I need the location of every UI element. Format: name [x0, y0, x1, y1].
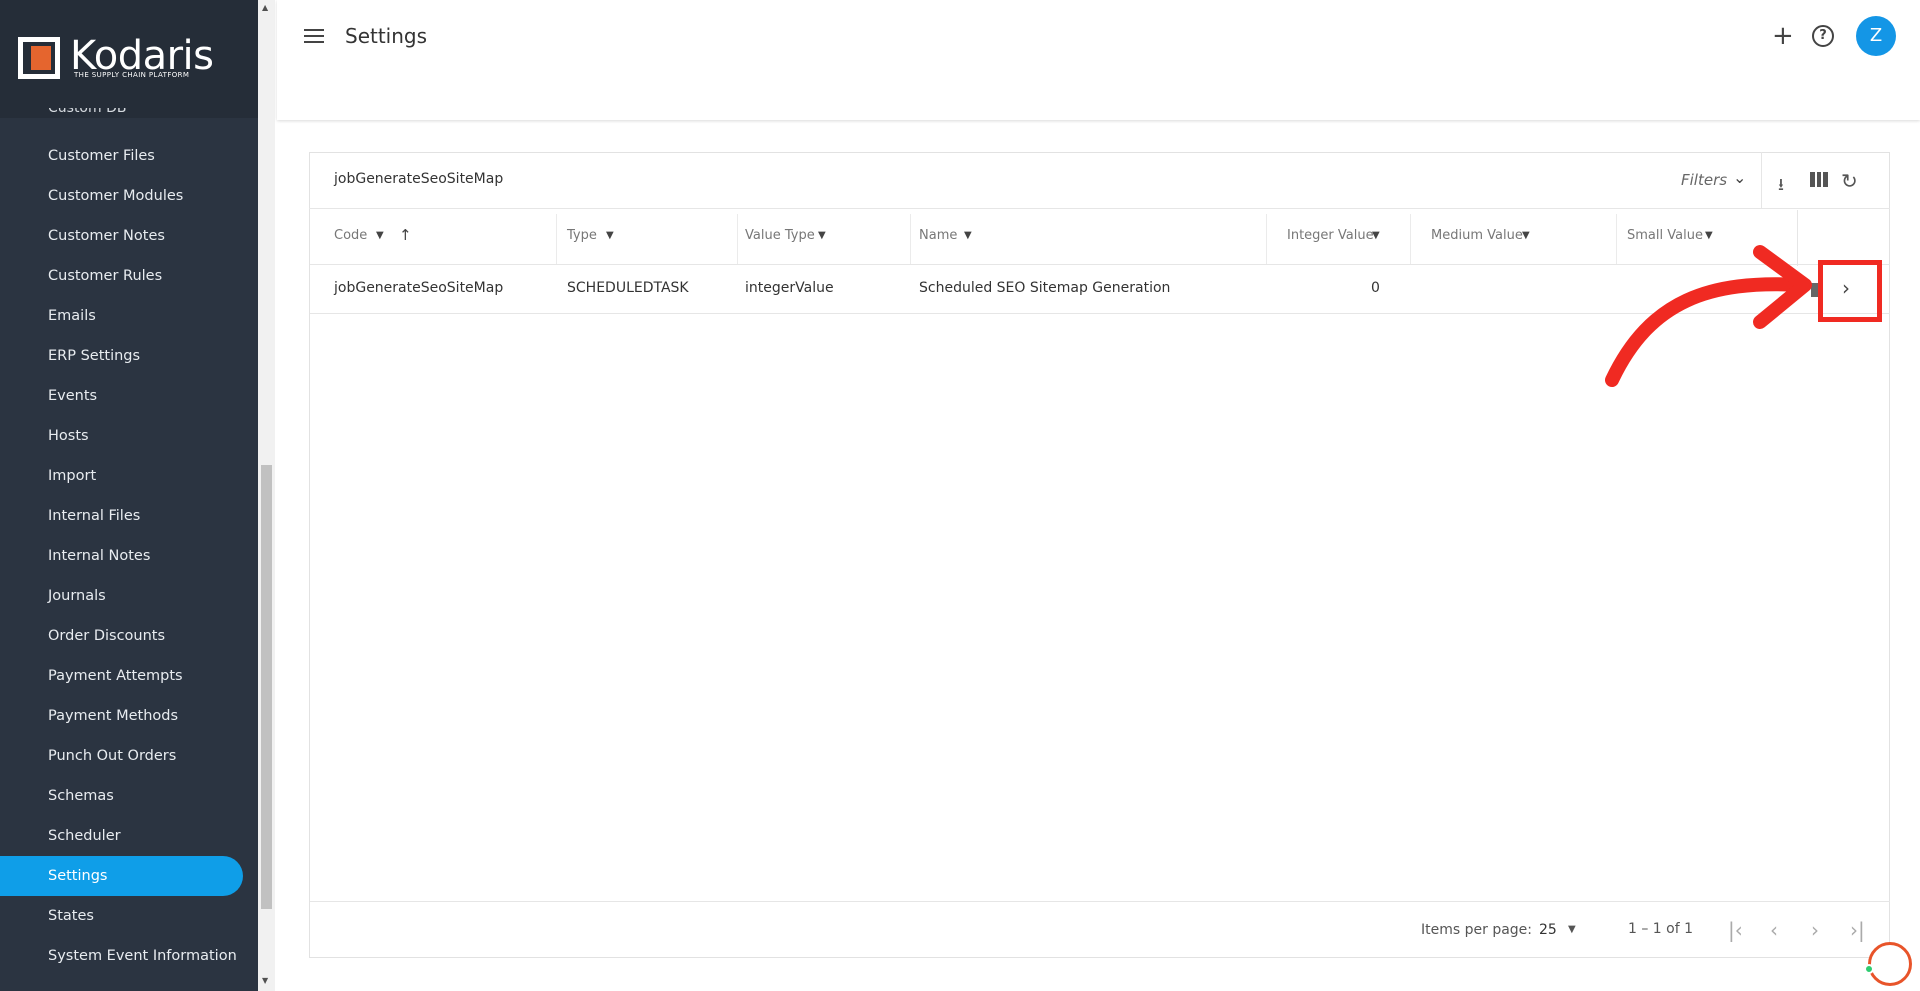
scroll-up-icon[interactable]: ▲	[262, 3, 268, 12]
column-separator	[556, 214, 557, 264]
help-icon[interactable]: ?	[1812, 25, 1834, 47]
sidebar-item-customer-notes[interactable]: Customer Notes	[0, 216, 243, 256]
add-icon[interactable]: +	[1772, 22, 1794, 50]
online-status-icon	[1864, 964, 1874, 974]
next-page-icon[interactable]: ›	[1811, 918, 1819, 942]
column-header-code[interactable]: Code	[334, 228, 367, 243]
annotation-arrow-icon	[1605, 245, 1812, 387]
brand-tagline: THE SUPPLY CHAIN PLATFORM	[74, 71, 190, 79]
column-header-value-type[interactable]: Value Type	[745, 228, 815, 243]
column-header-integer-value[interactable]: Integer Value	[1287, 228, 1374, 243]
sidebar-item-erp-settings[interactable]: ERP Settings	[0, 336, 243, 376]
sidebar-item-internal-files[interactable]: Internal Files	[0, 496, 243, 536]
caret-down-icon[interactable]: ▼	[1372, 230, 1380, 241]
cell-integer-value[interactable]: 0	[1371, 280, 1380, 296]
caret-down-icon[interactable]: ▼	[606, 230, 614, 241]
column-separator	[737, 214, 738, 264]
card-header	[309, 152, 1890, 209]
column-separator	[910, 214, 911, 264]
sidebar-item-customer-rules[interactable]: Customer Rules	[0, 256, 243, 296]
sidebar-item-payment-attempts[interactable]: Payment Attempts	[0, 656, 243, 696]
column-separator	[1410, 214, 1411, 264]
cell-code[interactable]: jobGenerateSeoSiteMap	[334, 280, 503, 296]
items-per-page-label: Items per page:	[1421, 922, 1533, 938]
chat-icon[interactable]	[1868, 942, 1912, 986]
sidebar-item-customer-files[interactable]: Customer Files	[0, 136, 243, 176]
last-page-icon[interactable]: ›|	[1850, 918, 1865, 942]
top-header	[277, 0, 1920, 120]
column-header-name[interactable]: Name	[919, 228, 957, 243]
caret-down-icon[interactable]: ▼	[818, 230, 826, 241]
scroll-down-icon[interactable]: ▼	[262, 976, 268, 985]
filters-toggle[interactable]: Filters	[1681, 171, 1727, 189]
sidebar-item-custom-db[interactable]: Custom DB	[48, 108, 126, 120]
footer-divider	[310, 901, 1890, 902]
avatar[interactable]: Z	[1856, 16, 1896, 56]
sidebar-item-scheduler[interactable]: Scheduler	[0, 816, 243, 856]
columns-icon[interactable]	[1810, 172, 1829, 187]
caret-down-icon[interactable]: ▼	[964, 230, 972, 241]
sidebar-item-schemas[interactable]: Schemas	[0, 776, 243, 816]
sidebar-scrollbar-thumb[interactable]	[261, 465, 272, 909]
header-divider	[1761, 152, 1762, 209]
sidebar-item-system-event-information[interactable]: System Event Information	[0, 936, 243, 976]
card-title: jobGenerateSeoSiteMap	[334, 171, 504, 187]
kodaris-logo-icon[interactable]	[18, 37, 60, 79]
sidebar-item-states[interactable]: States	[0, 896, 243, 936]
cell-name[interactable]: Scheduled SEO Sitemap Generation	[919, 280, 1170, 296]
page-range: 1 – 1 of 1	[1628, 921, 1694, 937]
sidebar-item-hosts[interactable]: Hosts	[0, 416, 243, 456]
sidebar-item-order-discounts[interactable]: Order Discounts	[0, 616, 243, 656]
download-icon[interactable]: ⭳	[1778, 172, 1784, 201]
first-page-icon[interactable]: |‹	[1728, 918, 1743, 942]
caret-down-icon[interactable]: ▼	[1568, 924, 1576, 935]
caret-down-icon[interactable]: ▼	[1522, 230, 1530, 241]
sidebar-item-punch-out-orders[interactable]: Punch Out Orders	[0, 736, 243, 776]
sidebar-item-internal-notes[interactable]: Internal Notes	[0, 536, 243, 576]
sidebar-item-emails[interactable]: Emails	[0, 296, 243, 336]
sidebar-item-journals[interactable]: Journals	[0, 576, 243, 616]
refresh-icon[interactable]: ↻	[1841, 169, 1858, 193]
sidebar-item-customer-modules[interactable]: Customer Modules	[0, 176, 243, 216]
items-per-page-select[interactable]: 25	[1539, 922, 1557, 938]
sidebar-item-import[interactable]: Import	[0, 456, 243, 496]
sidebar-item-events[interactable]: Events	[0, 376, 243, 416]
column-separator	[1266, 214, 1267, 264]
sidebar-item-settings[interactable]: Settings	[0, 856, 243, 896]
sort-ascending-icon[interactable]: ↑	[399, 226, 412, 244]
caret-down-icon[interactable]: ▼	[376, 230, 384, 241]
sidebar-item-payment-methods[interactable]: Payment Methods	[0, 696, 243, 736]
column-header-type[interactable]: Type	[567, 228, 597, 243]
page-title: Settings	[345, 24, 428, 48]
previous-page-icon[interactable]: ‹	[1770, 918, 1778, 942]
cell-type[interactable]: SCHEDULEDTASK	[567, 280, 689, 296]
menu-icon[interactable]	[304, 29, 324, 45]
highlight-box	[1818, 260, 1882, 322]
cell-value-type[interactable]: integerValue	[745, 280, 834, 296]
chevron-down-icon[interactable]: ⌄	[1733, 168, 1746, 187]
column-header-medium-value[interactable]: Medium Value	[1431, 228, 1523, 243]
